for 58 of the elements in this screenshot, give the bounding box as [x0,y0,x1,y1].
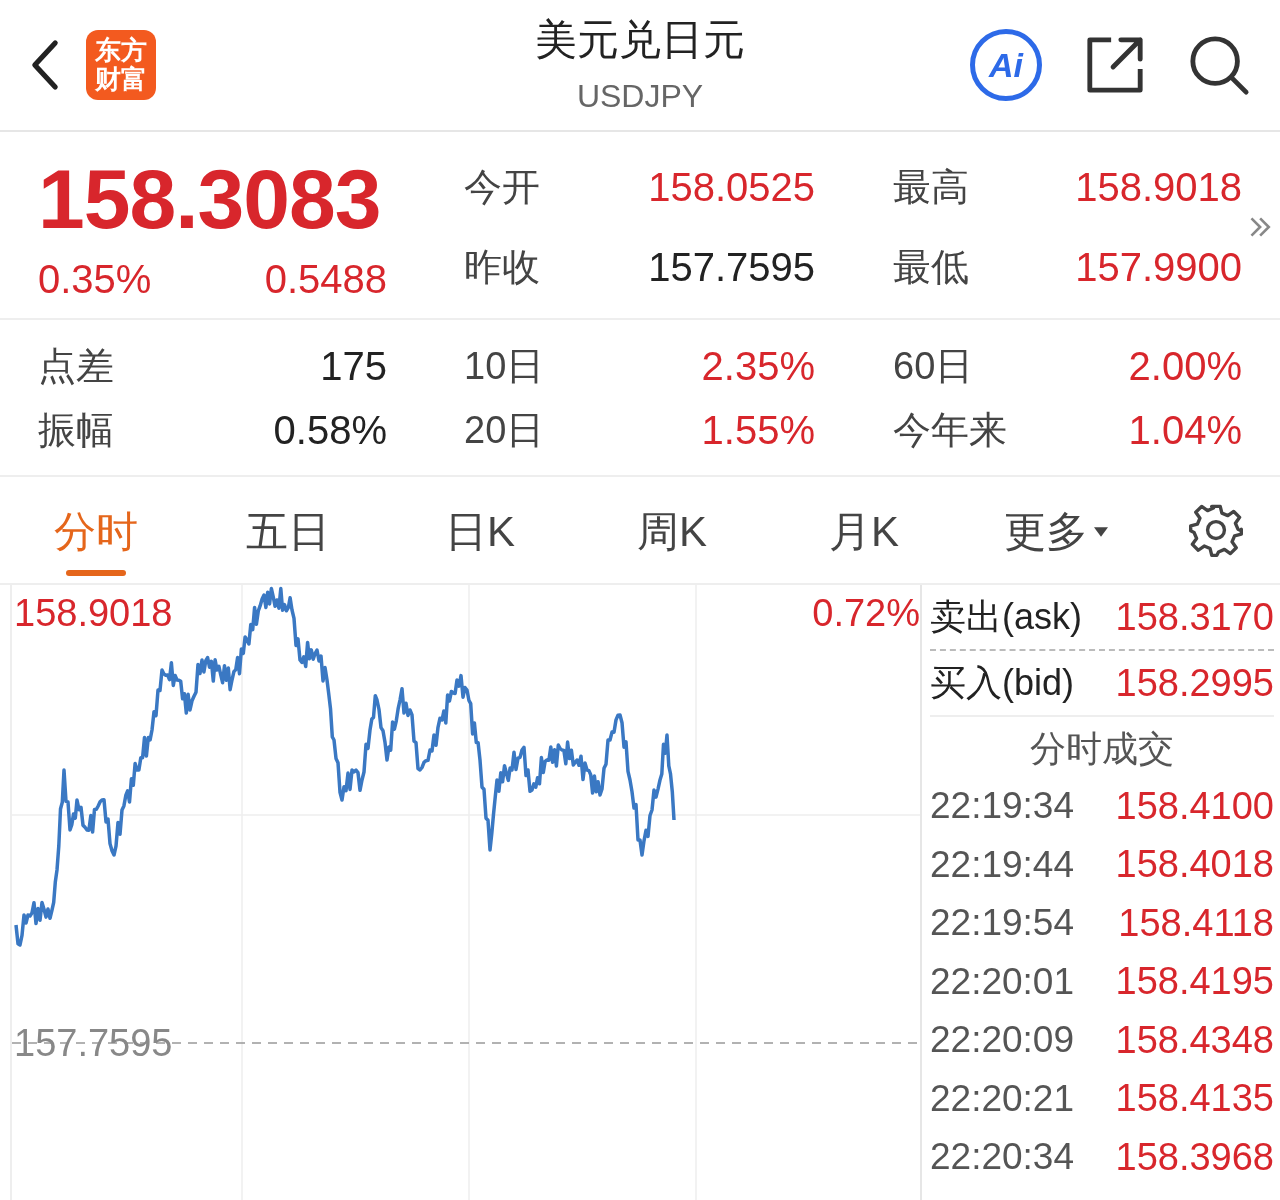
app-logo: 东方财富 [86,30,156,100]
stat-value: 1.04% [1128,406,1242,454]
stat-value: 2.35% [701,342,815,390]
trade-time: 22:20:21 [930,1077,1075,1120]
quote-value: 157.9900 [1075,244,1242,291]
quote-value: 157.7595 [648,244,815,291]
chart-tab[interactable]: 月K [823,482,905,578]
quote-label: 昨收 [463,245,541,290]
stat-label: 60日 [892,343,975,389]
chart-tab[interactable]: 日K [439,482,521,578]
trade-price: 158.4100 [1115,784,1274,828]
settings-icon[interactable] [1189,503,1243,557]
quote-label: 最低 [892,245,970,290]
chart-tab[interactable]: 五日 [240,482,336,578]
search-icon[interactable] [1188,34,1250,96]
quote-label: 今开 [463,165,541,210]
share-icon[interactable] [1084,34,1146,96]
stat-value: 1.55% [701,406,815,454]
chart-tab[interactable]: 周K [631,482,713,578]
high-price-label: 158.9018 [14,591,173,635]
quote-value: 158.0525 [648,164,815,211]
trade-price: 158.4118 [1118,901,1274,945]
bid-label: 买入(bid) [930,660,1075,705]
current-price: 158.3083 [38,151,382,247]
trade-price: 158.4018 [1115,843,1274,887]
quote-value: 158.9018 [1075,164,1242,211]
stat-label: 10日 [463,343,546,389]
trade-price: 158.4195 [1115,960,1274,1004]
ai-button[interactable]: Ai [970,29,1042,101]
stat-label: 今年来 [892,407,1008,453]
trade-time: 22:19:54 [930,902,1075,945]
base-price-label: 157.7595 [14,1021,173,1065]
percent-label: 0.72% [812,591,920,635]
trade-price: 158.3968 [1115,1135,1274,1179]
trade-time: 22:20:01 [930,960,1075,1003]
trade-time: 22:19:34 [930,785,1075,828]
bid-price: 158.2995 [1115,661,1274,705]
ask-label: 卖出(ask) [930,594,1082,639]
trades-title: 分时成交 [1029,727,1175,771]
trade-time: 22:19:44 [930,843,1075,886]
trade-time: 22:20:09 [930,1019,1075,1062]
symbol-code: USDJPY [576,77,704,116]
stat-value: 175 [320,342,387,390]
stat-label: 点差 [38,343,115,389]
trade-price: 158.4135 [1115,1077,1274,1121]
chart-tab[interactable]: 更多 [998,482,1114,578]
change-percent: 0.35% [38,256,152,303]
stat-value: 2.00% [1128,342,1242,390]
stat-value: 0.58% [273,406,387,454]
quote-label: 最高 [892,165,970,210]
trade-price: 158.4348 [1115,1018,1274,1062]
caret-icon [1094,526,1108,538]
ask-price: 158.3170 [1115,595,1274,639]
window-title: 美元兑日元 [535,15,745,65]
trade-time: 22:20:34 [930,1136,1075,1179]
change-value: 0.5488 [264,256,387,303]
stat-label: 20日 [463,407,546,453]
stat-label: 振幅 [38,407,115,453]
